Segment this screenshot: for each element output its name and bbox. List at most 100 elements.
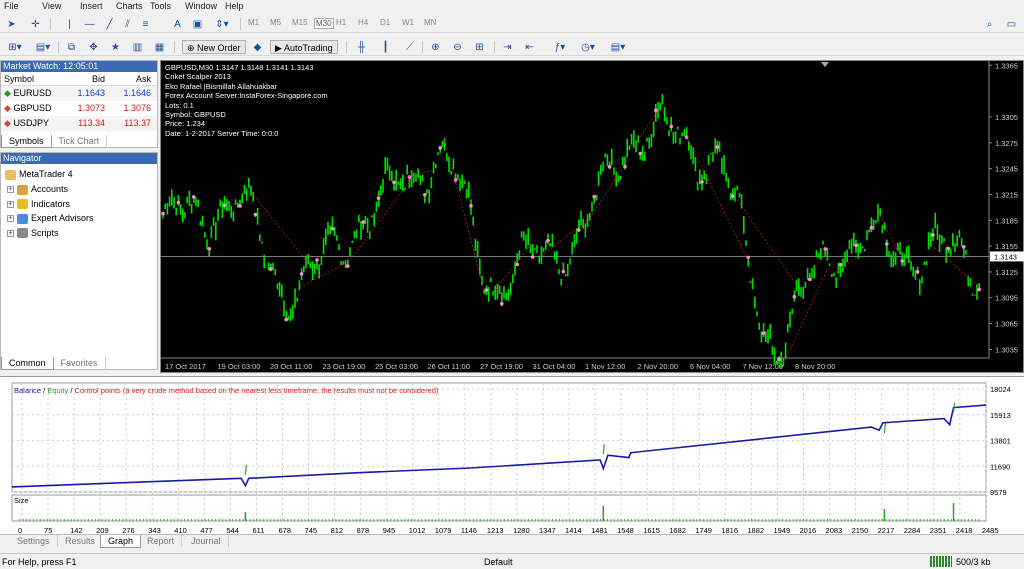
trade-marker [638, 151, 643, 156]
autotrading-label: AutoTrading [283, 43, 333, 53]
tile-windows-icon[interactable]: ⊞ [472, 40, 487, 54]
timeframe-m15[interactable]: M15 [292, 18, 308, 27]
chart-shift-icon[interactable]: ⇤ [522, 40, 537, 54]
timeframe-m5[interactable]: M5 [270, 18, 281, 27]
new-chart-icon[interactable]: ⊞▾ [4, 40, 26, 54]
expand-icon[interactable]: + [7, 215, 14, 223]
tab-journal[interactable]: Journal [184, 535, 229, 547]
nav-item-label: Expert Advisors [31, 213, 94, 223]
arrows-icon[interactable]: ⇕▾ [210, 17, 234, 31]
fibonacci-icon[interactable]: ≡ [138, 17, 153, 31]
legend-item: Control points (a very crude method base… [75, 386, 439, 395]
menu-insert[interactable]: Insert [80, 1, 103, 11]
ask-cell: 113.37 [124, 118, 151, 128]
column-symbol[interactable]: Symbol [1, 72, 63, 85]
horizontal-line-icon[interactable]: — [82, 17, 97, 31]
legend-item: Balance [14, 386, 41, 395]
timeframe-w1[interactable]: W1 [402, 18, 414, 27]
market-watch-icon[interactable]: ⧉ [64, 40, 79, 54]
expert-advisors-icon [17, 213, 28, 224]
vertical-line-icon[interactable]: | [62, 17, 77, 31]
text-label-icon[interactable]: ▣ [190, 17, 205, 31]
expand-icon[interactable]: + [7, 229, 14, 237]
nav-root[interactable]: MetaTrader 4 [5, 169, 73, 180]
market-watch-row[interactable]: ◆ GBPUSD 1.3073 1.3076 [1, 101, 157, 116]
tab-graph[interactable]: Graph [100, 535, 142, 548]
line-chart-icon[interactable]: ⟋ [402, 40, 417, 54]
zoom-in-icon[interactable]: ⊕ [428, 40, 443, 54]
price-tick-label: 1.3125 [995, 268, 1018, 277]
navigator-icon[interactable]: ★ [108, 40, 123, 54]
trade-marker [777, 357, 781, 362]
column-ask[interactable]: Ask [109, 72, 155, 85]
market-watch-row[interactable]: ◆ USDJPY 113.34 113.37 [1, 116, 157, 131]
nav-item-accounts[interactable]: + Accounts [7, 184, 68, 195]
tab-tick-chart[interactable]: Tick Chart [52, 135, 108, 148]
price-tick-label: 1.3365 [995, 61, 1018, 70]
expand-icon[interactable]: + [7, 186, 14, 194]
chart-window[interactable]: 1.3365 1.3305 1.3275 1.3245 1.3215 1.3185 1.31… [160, 60, 1024, 373]
trade-marker [946, 246, 951, 251]
trade-marker [376, 196, 381, 201]
tab-settings[interactable]: Settings [10, 535, 58, 547]
menu-charts[interactable]: Charts [116, 1, 143, 11]
nav-item-indicators[interactable]: + Indicators [7, 199, 70, 210]
cursor-icon[interactable]: ➤ [4, 17, 19, 31]
symbol-name: EURUSD [13, 88, 52, 98]
auto-scroll-icon[interactable]: ⇥ [500, 40, 515, 54]
candlestick-icon[interactable]: ┃ [378, 40, 393, 54]
menu-view[interactable]: View [42, 1, 61, 11]
timeframe-h4[interactable]: H4 [358, 18, 368, 27]
trendline-icon[interactable]: ╱ [102, 17, 117, 31]
zoom-out-icon[interactable]: ⊖ [450, 40, 465, 54]
templates-icon[interactable]: ▤▾ [606, 40, 630, 54]
meta-editor-icon[interactable]: ◆ [250, 40, 265, 54]
nav-item-expert-advisors[interactable]: + Expert Advisors [7, 213, 94, 224]
new-order-label: New Order [197, 43, 241, 53]
column-bid[interactable]: Bid [63, 72, 109, 85]
trade-marker [915, 269, 920, 274]
separator [174, 41, 175, 53]
balance-graph: 1802415913138011169095790 75 142 209 276 343 4… [11, 382, 1011, 535]
chat-icon[interactable]: ▭ [1004, 17, 1019, 31]
search-icon[interactable]: ⌕ [982, 17, 997, 31]
menu-help[interactable]: Help [225, 1, 244, 11]
market-watch-row[interactable]: ◆ EURUSD 1.1643 1.1646 [1, 86, 157, 101]
new-order-button[interactable]: ⊕ New Order [182, 40, 246, 54]
timeframe-h1[interactable]: H1 [336, 18, 346, 27]
periods-icon[interactable]: ◷▾ [576, 40, 600, 54]
crosshair-icon[interactable]: ✛ [28, 17, 43, 31]
profiles-icon[interactable]: ▤▾ [32, 40, 54, 54]
trade-marker [423, 192, 427, 197]
menu-tools[interactable]: Tools [150, 1, 171, 11]
nav-item-scripts[interactable]: + Scripts [7, 228, 59, 239]
tab-symbols[interactable]: Symbols [1, 135, 52, 148]
tester-graph-panel: 18024 15913 13801 11690 9579 0 75 142 209 276 343 4… [0, 376, 1024, 535]
tab-common[interactable]: Common [1, 357, 54, 370]
tab-report[interactable]: Report [140, 535, 183, 547]
bid-cell: 1.3073 [77, 103, 105, 113]
indicators-icon[interactable]: ƒ▾ [548, 40, 572, 54]
timeframe-m30[interactable]: M30 [314, 18, 334, 29]
strategy-tester-icon[interactable]: ▦ [152, 40, 167, 54]
timeframe-d1[interactable]: D1 [380, 18, 390, 27]
terminal-icon[interactable]: ▥ [130, 40, 145, 54]
menu-window[interactable]: Window [185, 1, 217, 11]
autotrading-button[interactable]: ▶ AutoTrading [270, 40, 338, 54]
channel-icon[interactable]: ⫽ [120, 17, 135, 31]
text-icon[interactable]: A [170, 17, 185, 31]
time-tick-label: 27 Oct 19:00 [480, 362, 523, 371]
expand-icon[interactable]: + [7, 200, 14, 208]
tab-favorites[interactable]: Favorites [54, 357, 106, 370]
bar-chart-icon[interactable]: ╫ [354, 40, 369, 54]
market-watch-header: Symbol Bid Ask [1, 72, 157, 86]
timeframe-m1[interactable]: M1 [248, 18, 259, 27]
symbol-name: GBPUSD [13, 103, 52, 113]
timeframe-mn[interactable]: MN [424, 18, 436, 27]
menu-file[interactable]: File [4, 1, 19, 11]
data-window-icon[interactable]: ✥ [86, 40, 101, 54]
tab-results[interactable]: Results [58, 535, 104, 547]
trade-marker [592, 194, 596, 199]
time-tick-label: 20 Oct 11:00 [270, 362, 312, 371]
price-tick-label: 1.3185 [995, 216, 1018, 225]
